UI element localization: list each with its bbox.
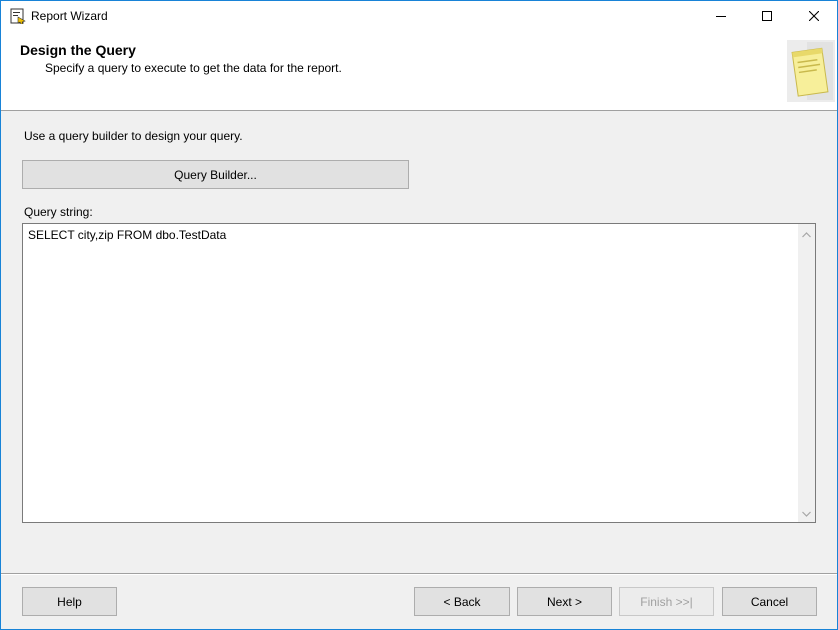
help-button[interactable]: Help xyxy=(22,587,117,616)
chevron-up-icon xyxy=(802,231,811,237)
close-icon xyxy=(809,11,819,21)
close-button[interactable] xyxy=(791,1,837,31)
report-wizard-icon xyxy=(10,8,26,25)
next-button[interactable]: Next > xyxy=(517,587,612,616)
cancel-button[interactable]: Cancel xyxy=(722,587,817,616)
maximize-button[interactable] xyxy=(744,1,790,31)
query-builder-button[interactable]: Query Builder... xyxy=(22,160,409,189)
page-title: Design the Query xyxy=(20,42,136,58)
notepad-icon xyxy=(787,40,835,102)
maximize-icon xyxy=(762,11,772,21)
finish-button[interactable]: Finish >>| xyxy=(619,587,714,616)
minimize-icon xyxy=(716,16,726,17)
query-string-label: Query string: xyxy=(24,205,93,219)
footer-separator-highlight xyxy=(1,574,837,575)
scroll-up-button[interactable] xyxy=(798,226,815,243)
scroll-down-button[interactable] xyxy=(798,505,815,522)
minimize-button[interactable] xyxy=(698,1,744,31)
back-button[interactable]: < Back xyxy=(414,587,510,616)
title-bar[interactable]: Report Wizard xyxy=(1,1,837,31)
chevron-down-icon xyxy=(802,511,811,517)
window-title: Report Wizard xyxy=(31,9,108,23)
wizard-header: Design the Query Specify a query to exec… xyxy=(1,31,837,111)
instruction-text: Use a query builder to design your query… xyxy=(24,129,243,143)
query-string-textarea[interactable]: SELECT city,zip FROM dbo.TestData xyxy=(22,223,816,523)
page-subtitle: Specify a query to execute to get the da… xyxy=(45,61,342,75)
query-text[interactable]: SELECT city,zip FROM dbo.TestData xyxy=(28,228,226,242)
vertical-scrollbar[interactable] xyxy=(798,224,815,522)
report-wizard-window: Report Wizard Design the Query Specify a… xyxy=(0,0,838,630)
